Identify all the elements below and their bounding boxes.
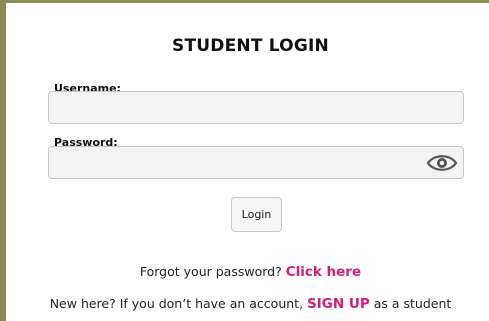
signup-line: New here? If you don’t have an account, … xyxy=(6,296,489,312)
forgot-password-link[interactable]: Click here xyxy=(286,264,361,280)
page-title: STUDENT LOGIN xyxy=(172,36,329,56)
signup-link[interactable]: SIGN UP xyxy=(307,296,370,312)
forgot-password-text: Forgot your password? xyxy=(139,264,282,279)
signup-suffix-text: as a student xyxy=(373,296,452,311)
password-input[interactable] xyxy=(48,146,464,179)
login-panel: STUDENT LOGIN Username: Password: Login … xyxy=(0,0,489,321)
login-button[interactable]: Login xyxy=(231,197,282,232)
eye-icon[interactable] xyxy=(426,152,458,174)
username-input[interactable] xyxy=(48,91,464,124)
forgot-password-line: Forgot your password? Click here xyxy=(6,264,489,280)
signup-prefix-text: New here? If you don’t have an account, xyxy=(49,296,304,311)
